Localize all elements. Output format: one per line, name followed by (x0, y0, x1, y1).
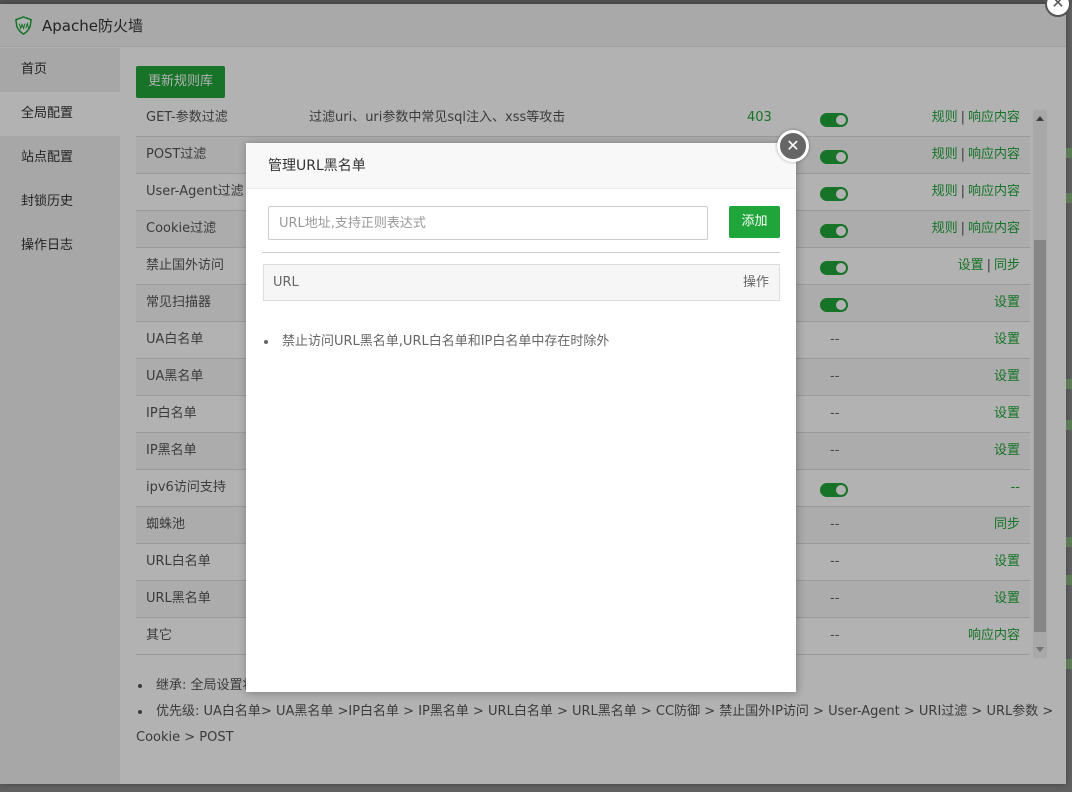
close-icon[interactable]: ✕ (777, 130, 809, 162)
edge-fragment (1066, 379, 1072, 389)
edge-fragment (1066, 148, 1072, 158)
column-operation: 操作 (742, 275, 769, 290)
dialog-divider (262, 252, 780, 253)
dialog-note: 禁止访问URL黑名单,URL白名单和IP白名单中存在时除外 (262, 331, 609, 353)
edge-fragment (1066, 659, 1072, 669)
edge-fragment (1066, 575, 1072, 585)
url-blacklist-dialog: 管理URL黑名单 ✕ 添加 URL 操作 禁止访问URL黑名单,URL白名单和I… (246, 130, 809, 692)
url-table-header: URL 操作 (263, 264, 780, 301)
url-input[interactable] (268, 206, 708, 240)
column-url: URL (273, 275, 299, 290)
dialog-title: 管理URL黑名单 (246, 143, 796, 189)
edge-fragment (1066, 537, 1072, 547)
add-button[interactable]: 添加 (729, 206, 780, 238)
edge-fragment (1066, 193, 1072, 203)
edge-fragment (1066, 420, 1072, 430)
